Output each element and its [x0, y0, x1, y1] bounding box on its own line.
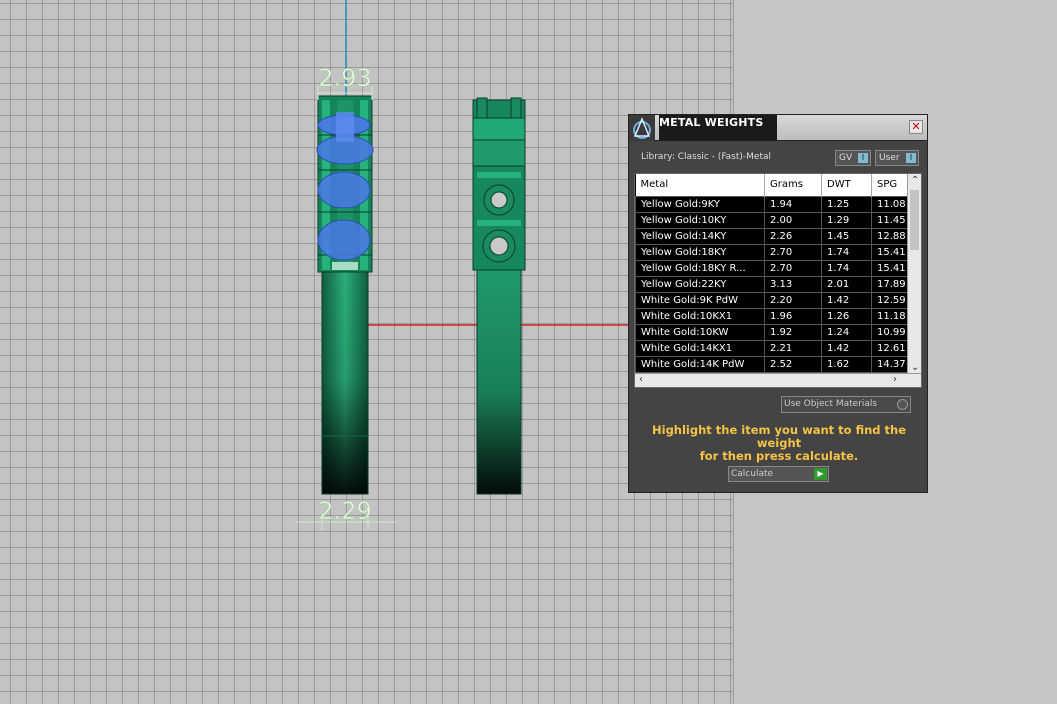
- user-toggle-indicator-icon: I: [906, 153, 916, 163]
- horizontal-scrollbar[interactable]: ‹ ›: [635, 373, 921, 387]
- table-cell: 15.41: [871, 243, 908, 261]
- dimension-label-bottom: 2.29: [318, 497, 371, 525]
- calculate-label: Calculate: [731, 469, 774, 479]
- table-cell: 1.29: [821, 211, 872, 229]
- table-cell: 12.61: [871, 339, 908, 357]
- table-cell: 1.26: [821, 307, 872, 325]
- table-row[interactable]: White Gold:10KW 1.92 1.24 10.99: [635, 323, 908, 341]
- use-object-materials-option[interactable]: Use Object Materials: [781, 396, 911, 413]
- gv-toggle-label: GV: [839, 153, 853, 163]
- table-cell: 12.88: [871, 227, 908, 245]
- table-cell: 1.45: [821, 227, 872, 245]
- table-cell: 10.99: [871, 323, 908, 341]
- table-row[interactable]: White Gold:9K PdW 2.20 1.42 12.59: [635, 291, 908, 309]
- table-cell: 1.62: [821, 355, 872, 373]
- ring-front-view[interactable]: [316, 95, 374, 495]
- library-label: Library: Classic - (Fast)-Metal: [641, 152, 772, 162]
- app-logo-icon: [629, 115, 655, 141]
- column-header[interactable]: Metal: [635, 174, 765, 196]
- metal-weights-dialog[interactable]: METAL WEIGHTS ✕ Library: Classic - (Fast…: [628, 114, 928, 493]
- dialog-title: METAL WEIGHTS: [659, 115, 777, 141]
- radio-icon[interactable]: [897, 399, 908, 410]
- table-row[interactable]: Yellow Gold:22KY 3.13 2.01 17.89: [635, 275, 908, 293]
- table-cell: 1.74: [821, 259, 872, 277]
- table-cell: 2.20: [764, 291, 822, 309]
- gv-toggle-indicator-icon: I: [858, 153, 868, 163]
- table-cell: White Gold:14KX1: [635, 339, 765, 357]
- close-icon[interactable]: ✕: [909, 120, 923, 134]
- table-row[interactable]: White Gold:14KX1 2.21 1.42 12.61: [635, 339, 908, 357]
- table-cell: 2.52: [764, 355, 822, 373]
- table-cell: 1.94: [764, 195, 822, 213]
- table-cell: 2.26: [764, 227, 822, 245]
- metal-weights-table[interactable]: Metal Grams DWT SPG Yellow Gold:9KY 1.94 1…: [634, 173, 922, 388]
- table-cell: Yellow Gold:14KY: [635, 227, 765, 245]
- column-header[interactable]: SPG: [871, 174, 908, 196]
- table-cell: 14.37: [871, 355, 908, 373]
- table-cell: 15.41: [871, 259, 908, 277]
- table-cell: Yellow Gold:18KY R...: [635, 259, 765, 277]
- table-row[interactable]: Yellow Gold:10KY 2.00 1.29 11.45: [635, 211, 908, 229]
- table-cell: 11.18: [871, 307, 908, 325]
- table-cell: Yellow Gold:18KY: [635, 243, 765, 261]
- table-cell: 11.08: [871, 195, 908, 213]
- scrollbar-thumb[interactable]: [910, 190, 919, 250]
- instruction-line-1: Highlight the item you want to find the …: [652, 423, 906, 450]
- table-cell: White Gold:10KW: [635, 323, 765, 341]
- table-cell: 1.42: [821, 339, 872, 357]
- table-cell: 11.45: [871, 211, 908, 229]
- scroll-right-icon[interactable]: ›: [893, 374, 897, 386]
- column-header[interactable]: Grams: [764, 174, 822, 196]
- table-cell: 2.01: [821, 275, 872, 293]
- dialog-titlebar[interactable]: METAL WEIGHTS ✕: [629, 115, 927, 141]
- table-cell: 2.00: [764, 211, 822, 229]
- table-cell: 1.96: [764, 307, 822, 325]
- table-header-row: Metal Grams DWT SPG: [635, 174, 908, 196]
- table-cell: 3.13: [764, 275, 822, 293]
- table-cell: White Gold:9K PdW: [635, 291, 765, 309]
- table-cell: 2.70: [764, 259, 822, 277]
- table-cell: Yellow Gold:22KY: [635, 275, 765, 293]
- scroll-up-icon[interactable]: ⌃: [911, 175, 919, 187]
- column-header[interactable]: DWT: [821, 174, 872, 196]
- table-cell: 17.89: [871, 275, 908, 293]
- table-cell: Yellow Gold:10KY: [635, 211, 765, 229]
- table-cell: 1.74: [821, 243, 872, 261]
- ring-side-view[interactable]: [472, 97, 526, 495]
- instruction-line-2: for then press calculate.: [699, 449, 859, 463]
- table-row[interactable]: Yellow Gold:18KY R... 2.70 1.74 15.41: [635, 259, 908, 277]
- table-row[interactable]: Yellow Gold:9KY 1.94 1.25 11.08: [635, 195, 908, 213]
- table-cell: 1.25: [821, 195, 872, 213]
- table-cell: 2.70: [764, 243, 822, 261]
- gv-toggle[interactable]: GV I: [835, 150, 871, 166]
- table-cell: Yellow Gold:9KY: [635, 195, 765, 213]
- table-cell: White Gold:10KX1: [635, 307, 765, 325]
- user-toggle[interactable]: User I: [875, 150, 919, 166]
- table-row[interactable]: Yellow Gold:14KY 2.26 1.45 12.88: [635, 227, 908, 245]
- table-cell: 1.42: [821, 291, 872, 309]
- calculate-button[interactable]: Calculate ▶: [728, 466, 829, 482]
- vertical-scrollbar[interactable]: ⌃ ⌄: [907, 174, 921, 374]
- play-arrow-icon: ▶: [814, 468, 827, 480]
- scroll-left-icon[interactable]: ‹: [639, 374, 643, 386]
- table-cell: White Gold:14K PdW: [635, 355, 765, 373]
- table-cell: 1.24: [821, 323, 872, 341]
- user-toggle-label: User: [879, 153, 900, 163]
- table-row[interactable]: White Gold:10KX1 1.96 1.26 11.18: [635, 307, 908, 325]
- table-cell: 1.92: [764, 323, 822, 341]
- table-cell: 12.59: [871, 291, 908, 309]
- table-cell: 2.21: [764, 339, 822, 357]
- instruction-text: Highlight the item you want to find the …: [639, 424, 919, 463]
- dimension-label-top: 2.93: [318, 64, 371, 92]
- table-row[interactable]: Yellow Gold:18KY 2.70 1.74 15.41: [635, 243, 908, 261]
- table-row[interactable]: White Gold:14K PdW 2.52 1.62 14.37: [635, 355, 908, 373]
- use-object-materials-label: Use Object Materials: [784, 399, 878, 409]
